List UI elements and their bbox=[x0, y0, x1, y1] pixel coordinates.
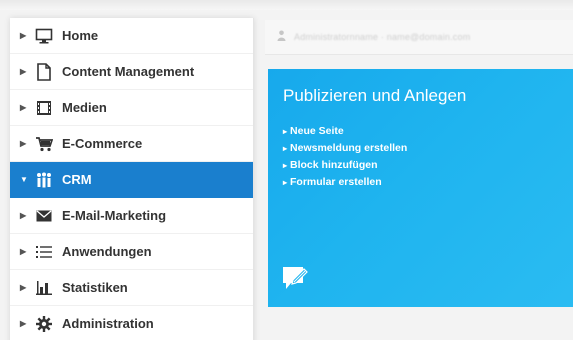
sidebar-item-label: E-Mail-Marketing bbox=[62, 208, 167, 223]
sidebar-item-medien[interactable]: ▶ Medien bbox=[10, 90, 253, 126]
link-neue-seite[interactable]: ▸ Neue Seite bbox=[283, 123, 407, 140]
chevron-right-icon: ▶ bbox=[20, 247, 27, 256]
gear-icon bbox=[34, 314, 54, 334]
list-icon bbox=[34, 242, 54, 262]
user-icon bbox=[277, 30, 286, 44]
sidebar-item-label: Medien bbox=[62, 100, 107, 115]
link-label: Block hinzufügen bbox=[290, 159, 378, 171]
quick-links: ▸ Neue Seite ▸ Newsmeldung erstellen ▸ Bloc… bbox=[283, 123, 407, 191]
bullet-arrow-icon: ▸ bbox=[283, 178, 288, 187]
panel-title: Publizieren und Anlegen bbox=[283, 86, 467, 105]
sidebar-item-label: Content Management bbox=[62, 64, 195, 79]
monitor-icon bbox=[34, 26, 54, 46]
chevron-right-icon: ▶ bbox=[20, 139, 27, 148]
sidebar-item-home[interactable]: ▶ Home bbox=[10, 18, 253, 54]
link-label: Formular erstellen bbox=[290, 176, 382, 188]
link-newsmeldung-erstellen[interactable]: ▸ Newsmeldung erstellen bbox=[283, 140, 407, 157]
sidebar-item-administration[interactable]: ▶ Administration bbox=[10, 306, 253, 340]
chevron-right-icon: ▶ bbox=[20, 103, 27, 112]
chevron-right-icon: ▶ bbox=[20, 31, 27, 40]
link-block-hinzufuegen[interactable]: ▸ Block hinzufügen bbox=[283, 157, 407, 174]
publish-panel: Publizieren und Anlegen ▸ Neue Seite ▸ New… bbox=[268, 69, 573, 307]
bullet-arrow-icon: ▸ bbox=[283, 127, 288, 136]
sidebar-nav: ▶ Home ▶ Content Management ▶ Medien ▶ E… bbox=[10, 18, 254, 340]
sidebar-item-label: Administration bbox=[62, 316, 154, 331]
link-formular-erstellen[interactable]: ▸ Formular erstellen bbox=[283, 174, 407, 191]
bullet-arrow-icon: ▸ bbox=[283, 144, 288, 153]
user-account-text[interactable]: Administratornname · name@domain.com bbox=[294, 32, 470, 42]
chevron-right-icon: ▶ bbox=[20, 283, 27, 292]
sidebar-item-content-management[interactable]: ▶ Content Management bbox=[10, 54, 253, 90]
people-icon bbox=[34, 170, 54, 190]
sidebar-item-label: Statistiken bbox=[62, 280, 128, 295]
sidebar-item-e-commerce[interactable]: ▶ E-Commerce bbox=[10, 126, 253, 162]
chevron-right-icon: ▶ bbox=[20, 211, 27, 220]
link-label: Neue Seite bbox=[290, 125, 344, 137]
sidebar-item-label: CRM bbox=[62, 172, 92, 187]
sidebar-item-statistiken[interactable]: ▶ Statistiken bbox=[10, 270, 253, 306]
bar-chart-icon bbox=[34, 278, 54, 298]
sidebar-item-e-mail-marketing[interactable]: ▶ E-Mail-Marketing bbox=[10, 198, 253, 234]
document-icon bbox=[34, 62, 54, 82]
chevron-right-icon: ▶ bbox=[20, 319, 27, 328]
sidebar-item-crm[interactable]: ▼ CRM bbox=[10, 162, 253, 198]
envelope-icon bbox=[34, 206, 54, 226]
sidebar-item-anwendungen[interactable]: ▶ Anwendungen bbox=[10, 234, 253, 270]
user-info-bar: Administratornname · name@domain.com bbox=[265, 20, 573, 55]
top-shade bbox=[0, 0, 573, 10]
bullet-arrow-icon: ▸ bbox=[283, 161, 288, 170]
film-icon bbox=[34, 98, 54, 118]
chevron-right-icon: ▶ bbox=[20, 67, 27, 76]
sidebar-item-label: E-Commerce bbox=[62, 136, 143, 151]
link-label: Newsmeldung erstellen bbox=[290, 142, 408, 154]
sidebar-item-label: Home bbox=[62, 28, 99, 43]
app-frame: ▶ Home ▶ Content Management ▶ Medien ▶ E… bbox=[0, 0, 573, 340]
sidebar-item-label: Anwendungen bbox=[62, 244, 152, 259]
edit-note-icon bbox=[282, 266, 312, 292]
cart-icon bbox=[34, 134, 54, 154]
chevron-down-icon: ▼ bbox=[20, 175, 28, 184]
